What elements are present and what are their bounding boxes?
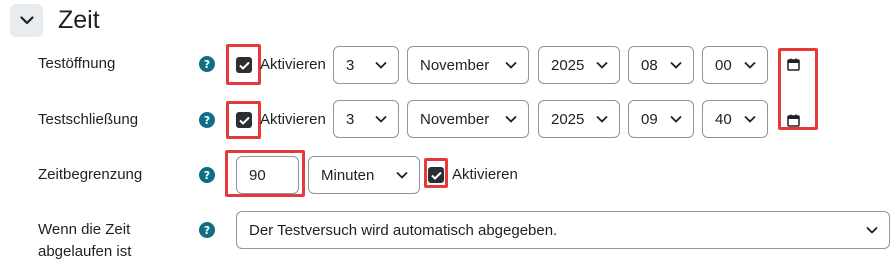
chevron-down-icon: [375, 61, 387, 69]
open-year-select[interactable]: 2025: [538, 46, 620, 84]
chevron-down-icon: [670, 115, 682, 123]
help-icon[interactable]: ?: [199, 112, 215, 128]
calendar-icon[interactable]: [787, 114, 800, 127]
open-hour-select[interactable]: 08: [628, 46, 694, 84]
close-minute-select[interactable]: 40: [702, 100, 768, 138]
close-day-value: 3: [346, 110, 355, 128]
chevron-down-icon: [505, 115, 517, 123]
chevron-down-icon: [19, 16, 34, 25]
chevron-down-icon: [670, 61, 682, 69]
chevron-down-icon: [744, 61, 756, 69]
open-label: Testöffnung: [38, 55, 116, 72]
overdue-handling-value: Der Testversuch wird automatisch abgegeb…: [249, 221, 558, 239]
check-icon: [238, 61, 250, 70]
check-icon: [238, 116, 250, 125]
calendar-icon[interactable]: [787, 58, 800, 71]
overdue-handling-select[interactable]: Der Testversuch wird automatisch abgegeb…: [236, 211, 890, 249]
close-month-value: November: [420, 110, 490, 128]
timelimit-enable-checkbox[interactable]: [428, 167, 444, 183]
chevron-down-icon: [396, 171, 408, 179]
open-month-select[interactable]: November: [407, 46, 529, 84]
overdue-label-line2: abgelaufen ist: [38, 243, 132, 260]
chevron-down-icon: [744, 115, 756, 123]
close-enable-checkbox[interactable]: [236, 112, 252, 128]
overdue-label-line1: Wenn die Zeit: [38, 221, 131, 238]
chevron-down-icon: [596, 61, 608, 69]
open-day-value: 3: [346, 56, 355, 74]
close-label: Testschließung: [38, 111, 139, 128]
timelimit-input[interactable]: 90: [236, 156, 299, 194]
section-title: Zeit: [58, 6, 100, 34]
timelimit-value: 90: [249, 166, 266, 184]
open-enable-checkbox[interactable]: [236, 57, 252, 73]
chevron-down-icon: [375, 115, 387, 123]
open-minute-select[interactable]: 00: [702, 46, 768, 84]
timelimit-unit-value: Minuten: [321, 166, 375, 184]
close-enable-label[interactable]: Aktivieren: [260, 110, 326, 130]
close-year-select[interactable]: 2025: [538, 100, 620, 138]
close-hour-value: 09: [641, 110, 658, 128]
open-day-select[interactable]: 3: [333, 46, 399, 84]
help-icon[interactable]: ?: [199, 167, 215, 183]
close-month-select[interactable]: November: [407, 100, 529, 138]
close-hour-select[interactable]: 09: [628, 100, 694, 138]
collapse-section-button[interactable]: [10, 4, 43, 37]
chevron-down-icon: [866, 226, 878, 234]
chevron-down-icon: [596, 115, 608, 123]
chevron-down-icon: [505, 61, 517, 69]
open-month-value: November: [420, 56, 490, 74]
help-icon[interactable]: ?: [199, 222, 215, 238]
help-icon[interactable]: ?: [199, 56, 215, 72]
close-year-value: 2025: [551, 110, 585, 128]
close-day-select[interactable]: 3: [333, 100, 399, 138]
open-enable-label[interactable]: Aktivieren: [260, 55, 326, 75]
open-hour-value: 08: [641, 56, 658, 74]
open-year-value: 2025: [551, 56, 585, 74]
close-minute-value: 40: [715, 110, 732, 128]
timelimit-unit-select[interactable]: Minuten: [308, 156, 420, 194]
open-minute-value: 00: [715, 56, 732, 74]
check-icon: [430, 171, 442, 180]
timelimit-label: Zeitbegrenzung: [38, 166, 143, 183]
timelimit-enable-label[interactable]: Aktivieren: [452, 165, 518, 185]
